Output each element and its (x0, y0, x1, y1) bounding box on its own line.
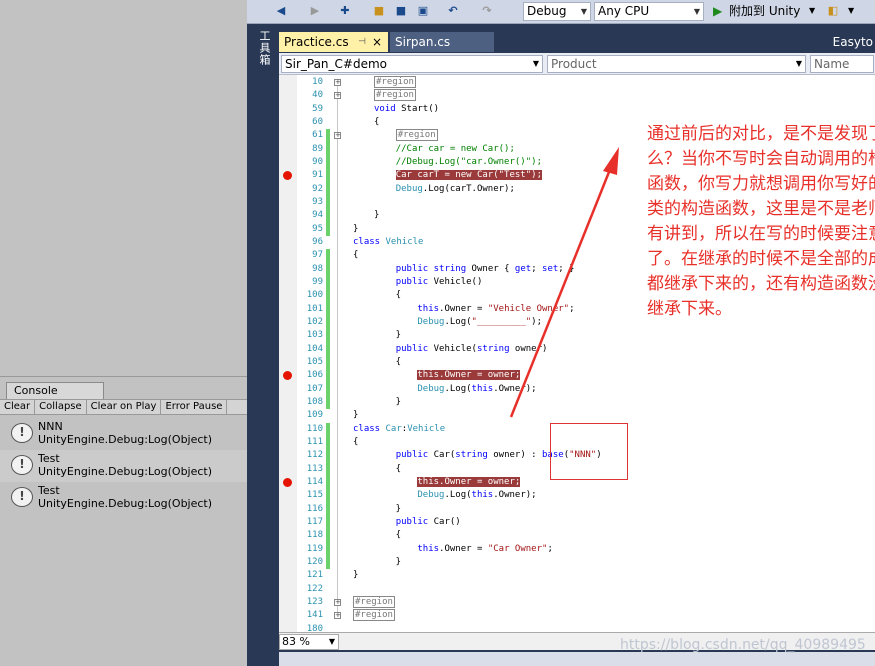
chevron-down-icon: ▼ (795, 59, 802, 68)
log-entry[interactable]: ! NNN UnityEngine.Debug:Log(Object) (0, 418, 247, 450)
new-item-icon[interactable]: ✚ (337, 3, 353, 20)
visual-studio-window: ◀ ▶ ✚ ■ ■ ▣ ↶ ↷ Debug ▼ Any CPU ▼ ▶ 附加到 Un… (247, 0, 875, 666)
log-detail: UnityEngine.Debug:Log(Object) (38, 433, 213, 446)
console-toolbar: Clear Collapse Clear on Play Error Pause (0, 399, 247, 415)
platform-select[interactable]: Any CPU ▼ (594, 2, 704, 21)
vs-toolbar: ◀ ▶ ✚ ■ ■ ▣ ↶ ↷ Debug ▼ Any CPU ▼ ▶ 附加到 Un… (247, 0, 875, 24)
undo-icon[interactable]: ↶ (445, 3, 461, 20)
zoom-select[interactable]: 83 % ▼ (279, 634, 339, 650)
toolbox-label[interactable]: 工具箱 (256, 30, 272, 66)
error-pause-button[interactable]: Error Pause (161, 400, 228, 414)
log-entry[interactable]: ! Test UnityEngine.Debug:Log(Object) (0, 450, 247, 482)
tab-label: Sirpan.cs (395, 35, 451, 49)
save-all-icon[interactable]: ▣ (415, 3, 431, 20)
configuration-select[interactable]: Debug ▼ (523, 2, 591, 21)
clear-on-play-button[interactable]: Clear on Play (87, 400, 162, 414)
watermark: https://blog.csdn.net/qq_40989495 (620, 637, 866, 653)
navigation-bar: Sir_Pan_C#demo ▼ Product ▼ Name (279, 53, 875, 75)
forward-icon[interactable]: ▶ (307, 3, 323, 20)
log-warning-icon: ! (11, 423, 33, 443)
save-icon[interactable]: ■ (393, 3, 409, 20)
back-icon[interactable]: ◀ (273, 3, 289, 20)
chevron-down-icon[interactable]: ▼ (848, 3, 854, 20)
chevron-down-icon: ▼ (580, 7, 587, 16)
chevron-down-icon: ▼ (693, 7, 700, 16)
tab-overflow[interactable]: Easyto (833, 32, 873, 52)
unity-editor-panel: Console Clear Collapse Clear on Play Err… (0, 0, 247, 666)
console-tab-label: Console (14, 384, 58, 397)
console-tab[interactable]: Console (6, 382, 104, 399)
attach-to-unity-button[interactable]: 附加到 Unity (729, 3, 800, 20)
type-dropdown[interactable]: Product ▼ (547, 55, 806, 73)
member-dropdown[interactable]: Name (810, 55, 874, 73)
log-title: Test (38, 452, 60, 465)
code-editor[interactable]: 10 #region +40 #region +59 void Start() 60{61 … (279, 75, 875, 634)
log-detail: UnityEngine.Debug:Log(Object) (38, 497, 213, 510)
play-icon[interactable]: ▶ (713, 3, 722, 20)
tab-sirpan-cs[interactable]: Sirpan.cs (390, 32, 494, 52)
tab-label: Practice.cs (284, 35, 349, 49)
open-folder-icon[interactable]: ■ (371, 3, 387, 20)
log-entry[interactable]: ! Test UnityEngine.Debug:Log(Object) (0, 482, 247, 514)
chevron-down-icon[interactable]: ▼ (809, 3, 815, 20)
document-tabs: Practice.cs ⊣ × Sirpan.cs Easyto (279, 30, 875, 52)
toolbox-sidebar[interactable] (247, 24, 275, 666)
console-window: Console Clear Collapse Clear on Play Err… (0, 376, 247, 666)
log-title: Test (38, 484, 60, 497)
annotation-text: 通过前后的对比，是不是发现了什么？当你不写时会自动调用的构造函数，你写力就想调用… (647, 124, 875, 319)
bottom-panel (279, 652, 875, 666)
close-icon[interactable]: × (372, 32, 382, 52)
redo-icon[interactable]: ↷ (479, 3, 495, 20)
log-warning-icon: ! (11, 487, 33, 507)
tab-practice-cs[interactable]: Practice.cs ⊣ × (279, 32, 388, 52)
collapse-button[interactable]: Collapse (35, 400, 87, 414)
find-icon[interactable]: ◧ (825, 3, 841, 20)
clear-button[interactable]: Clear (0, 400, 36, 414)
chevron-down-icon: ▼ (532, 59, 539, 68)
log-warning-icon: ! (11, 455, 33, 475)
log-detail: UnityEngine.Debug:Log(Object) (38, 465, 213, 478)
chevron-down-icon: ▼ (328, 637, 335, 646)
pin-icon[interactable]: ⊣ (358, 32, 366, 52)
project-dropdown[interactable]: Sir_Pan_C#demo ▼ (281, 55, 543, 73)
log-title: NNN (38, 420, 63, 433)
